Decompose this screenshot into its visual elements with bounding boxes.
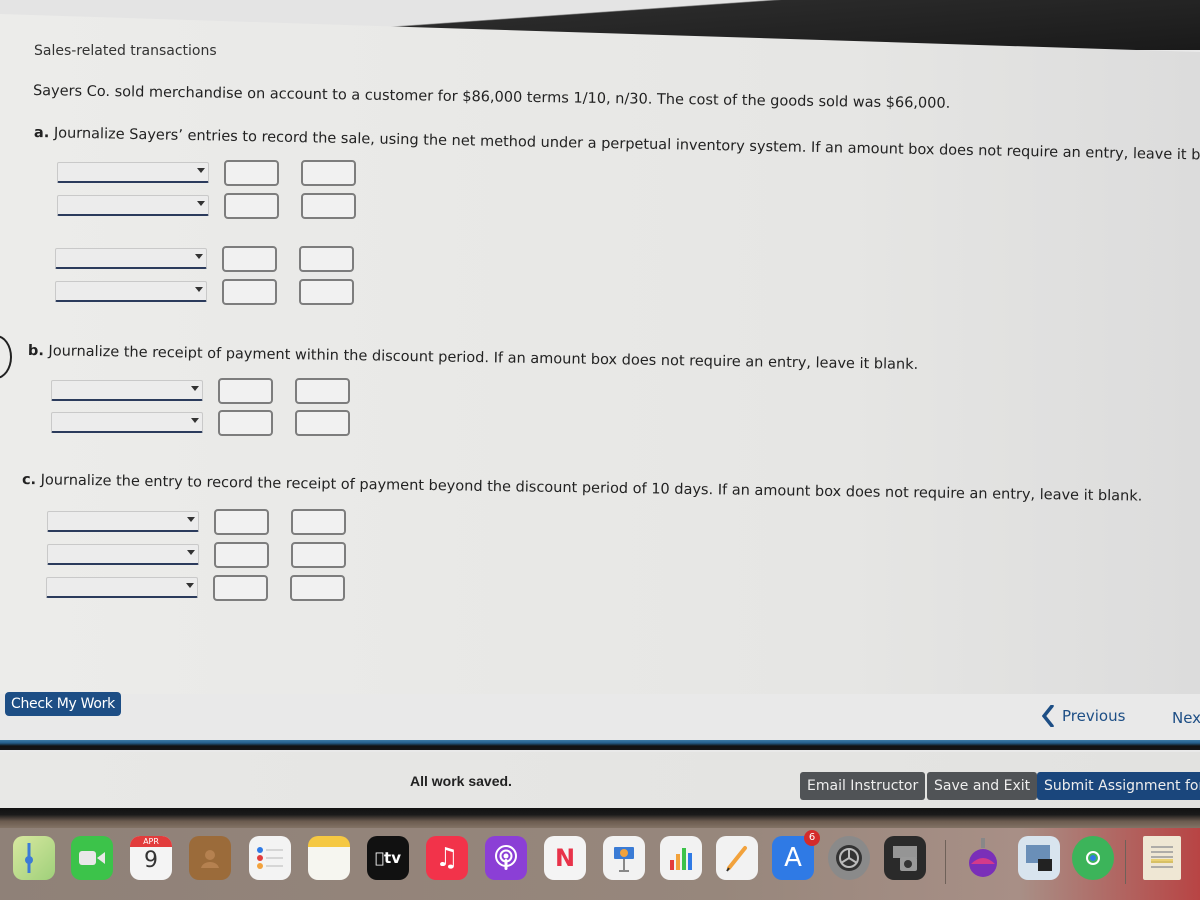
check-my-work-button[interactable]: Check My Work [5,692,121,716]
credit-input[interactable] [301,160,356,186]
music-icon[interactable]: ♫ [426,836,468,880]
find-my-icon[interactable] [1072,836,1114,880]
chevron-down-icon [191,418,199,423]
notification-badge: 6 [804,830,820,846]
screen-bottom-bezel [0,808,1200,830]
dock-separator [1125,840,1126,884]
journal-row [57,193,367,221]
preview-icon[interactable] [1018,836,1060,880]
news-icon[interactable]: N [544,836,586,880]
chevron-down-icon [187,550,195,555]
dock-separator [945,840,946,884]
next-button[interactable]: Next [1172,709,1200,727]
page-title: Sales-related transactions [34,43,217,59]
podcasts-icon[interactable] [485,836,527,880]
chevron-down-icon [195,254,203,259]
numbers-icon[interactable] [660,836,702,880]
pages-icon[interactable] [716,836,758,880]
question-letter: b. [27,343,45,360]
app-store-icon[interactable]: A 6 [772,830,820,880]
journal-row [51,378,361,406]
document-icon[interactable] [1143,836,1181,880]
debit-input[interactable] [214,542,269,568]
account-select[interactable] [47,511,199,532]
chevron-down-icon [187,517,195,522]
account-select[interactable] [51,380,203,401]
question-letter: a. [33,125,50,142]
divider [0,740,1200,750]
debit-input[interactable] [218,378,273,404]
system-preferences-icon[interactable] [828,836,870,880]
chevron-down-icon [197,168,205,173]
account-select[interactable] [57,162,209,183]
screenshot-icon[interactable] [884,836,926,880]
chevron-down-icon [186,583,194,588]
macos-installer-icon[interactable] [962,836,1004,880]
calendar-day: 9 [144,848,158,873]
debit-input[interactable] [222,246,277,272]
chevron-down-icon [197,201,205,206]
credit-input[interactable] [291,542,346,568]
calendar-icon[interactable]: APR 9 [130,836,172,880]
journal-row [57,160,367,188]
submit-assignment-button[interactable]: Submit Assignment for Grading [1037,772,1200,800]
debit-input[interactable] [218,410,273,436]
apple-tv-label: tv [375,849,401,867]
save-status: All work saved. [410,773,512,789]
debit-input[interactable] [224,160,279,186]
reminders-icon[interactable] [249,836,291,880]
account-select[interactable] [55,281,207,302]
app-store-glyph: A [784,843,802,873]
debit-input[interactable] [214,509,269,535]
journal-row [51,410,361,438]
save-and-exit-button[interactable]: Save and Exit [927,772,1038,800]
credit-input[interactable] [299,246,354,272]
chevron-left-icon [1042,705,1054,727]
facetime-icon[interactable] [71,836,113,880]
chevron-down-icon [195,287,203,292]
apple-tv-icon[interactable]: tv [367,836,409,880]
previous-label: Previous [1062,707,1126,725]
notes-icon[interactable] [308,836,350,880]
credit-input[interactable] [295,378,350,404]
calendar-month: APR [130,836,172,847]
keynote-icon[interactable] [603,836,645,880]
account-select[interactable] [47,544,199,565]
chevron-down-icon [191,386,199,391]
journal-row [47,509,357,537]
journal-row [55,279,365,307]
account-select[interactable] [55,248,207,269]
contacts-icon[interactable] [189,836,231,880]
previous-button[interactable]: Previous [1042,705,1125,727]
email-instructor-button[interactable]: Email Instructor [800,772,926,800]
account-select[interactable] [57,195,209,216]
music-glyph: ♫ [435,843,459,873]
maps-icon[interactable] [13,836,55,880]
debit-input[interactable] [222,279,277,305]
debit-input[interactable] [224,193,279,219]
journal-row [55,246,365,274]
debit-input[interactable] [213,575,268,601]
credit-input[interactable] [290,575,345,601]
credit-input[interactable] [301,193,356,219]
credit-input[interactable] [295,410,350,436]
credit-input[interactable] [291,509,346,535]
account-select[interactable] [46,577,198,598]
question-letter: c. [21,472,37,489]
news-glyph: N [554,844,576,872]
journal-row [46,575,356,603]
journal-row [47,542,357,570]
credit-input[interactable] [299,279,354,305]
account-select[interactable] [51,412,203,433]
